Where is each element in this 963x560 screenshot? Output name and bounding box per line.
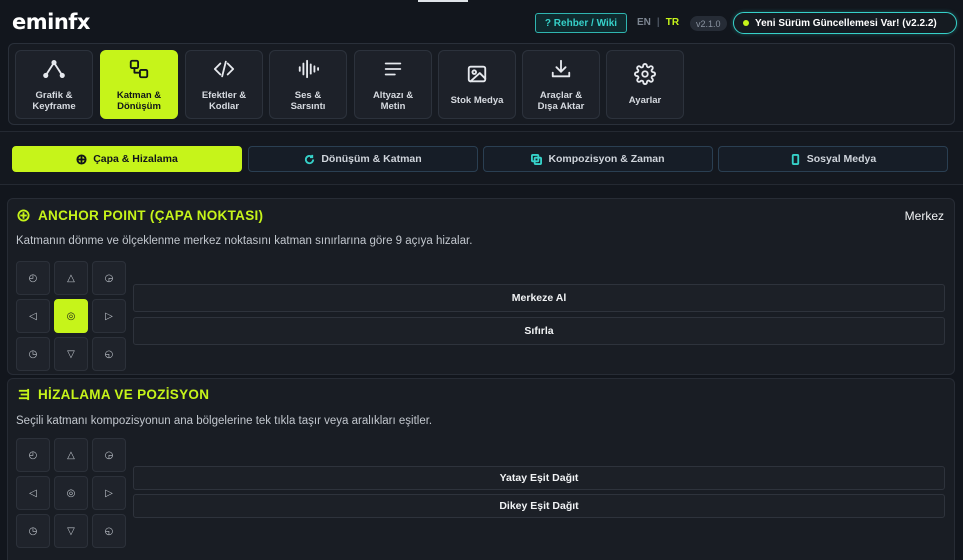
align-panel-title: HİZALAMA VE POZİSYON	[17, 387, 209, 402]
anchor-right-button[interactable]: ▷	[92, 299, 126, 333]
gear-icon	[634, 63, 656, 90]
anchor-panel-title: ANCHOR POINT (ÇAPA NOKTASI)	[17, 208, 263, 223]
category-subtitle-text[interactable]: Altyazı & Metin	[354, 50, 432, 119]
tab-composition-time[interactable]: Kompozisyon & Zaman	[483, 146, 713, 172]
graph-icon	[43, 58, 65, 85]
category-bar: Grafik & Keyframe Katman & Dönüşüm Efekt…	[8, 43, 955, 125]
center-anchor-button[interactable]: Merkeze Al	[133, 284, 945, 312]
align-bottom-button[interactable]: ▽	[54, 514, 88, 548]
layers-icon	[128, 58, 150, 85]
download-icon	[550, 58, 572, 85]
anchor-bottom-right-button[interactable]: ◵	[92, 337, 126, 371]
category-label: Katman & Dönüşüm	[116, 89, 162, 112]
text-lines-icon	[382, 58, 404, 85]
category-label: Efektler & Kodlar	[201, 89, 247, 112]
code-icon	[213, 58, 235, 85]
app-header: eminfx ? Rehber / Wiki EN | TR v2.1.0 Ye…	[0, 0, 963, 44]
anchor-bottom-left-button[interactable]: ◷	[16, 337, 50, 371]
category-stock-media[interactable]: Stok Medya	[438, 50, 516, 119]
tab-transform-layer[interactable]: Dönüşüm & Katman	[248, 146, 478, 172]
horizontal-distribute-button[interactable]: Yatay Eşit Dağıt	[133, 466, 945, 490]
align-bottom-right-button[interactable]: ◵	[92, 514, 126, 548]
tab-anchor-align[interactable]: Çapa & Hizalama	[12, 146, 242, 172]
tab-label: Kompozisyon & Zaman	[548, 153, 665, 165]
anchor-center-button[interactable]: ◎	[54, 299, 88, 333]
anchor-point-panel: ANCHOR POINT (ÇAPA NOKTASI) Merkez Katma…	[7, 198, 955, 375]
align-bottom-left-button[interactable]: ◷	[16, 514, 50, 548]
subtab-bar: Çapa & Hizalama Dönüşüm & Katman Kompozi…	[0, 131, 963, 185]
crosshair-icon	[17, 209, 30, 222]
align-right-button[interactable]: ▷	[92, 476, 126, 510]
anchor-top-right-button[interactable]: ◶	[92, 261, 126, 295]
anchor-current-value: Merkez	[904, 209, 944, 223]
category-layer-transform[interactable]: Katman & Dönüşüm	[100, 50, 178, 119]
align-top-right-button[interactable]: ◶	[92, 438, 126, 472]
update-button[interactable]: Yeni Sürüm Güncellemesi Var! (v2.2.2)	[733, 12, 957, 34]
lang-tr-option[interactable]: TR	[666, 17, 679, 28]
reset-anchor-button[interactable]: Sıfırla	[133, 317, 945, 345]
category-label: Stok Medya	[450, 95, 504, 106]
align-title-text: HİZALAMA VE POZİSYON	[38, 387, 210, 402]
phone-icon	[791, 153, 799, 165]
image-icon	[466, 63, 488, 90]
update-label: Yeni Sürüm Güncellemesi Var! (v2.2.2)	[755, 17, 937, 29]
anchor-title-text: ANCHOR POINT (ÇAPA NOKTASI)	[38, 208, 264, 223]
version-badge: v2.1.0	[690, 16, 727, 31]
wiki-button[interactable]: ? Rehber / Wiki	[535, 13, 627, 33]
waveform-icon	[297, 58, 319, 85]
alignment-panel: HİZALAMA VE POZİSYON Seçili katmanı komp…	[7, 378, 955, 560]
copy-icon	[531, 153, 543, 165]
category-tools-export[interactable]: Araçlar & Dışa Aktar	[522, 50, 600, 119]
category-effects-code[interactable]: Efektler & Kodlar	[185, 50, 263, 119]
tab-social-media[interactable]: Sosyal Medya	[718, 146, 948, 172]
tab-label: Sosyal Medya	[806, 153, 877, 165]
align-center-button[interactable]: ◎	[54, 476, 88, 510]
lang-separator: |	[656, 17, 660, 28]
anchor-grid: ◴ △ ◶ ◁ ◎ ▷ ◷ ▽ ◵	[16, 261, 126, 371]
app-logo: eminfx	[12, 10, 90, 34]
lang-en-option[interactable]: EN	[637, 17, 651, 28]
align-grid: ◴ △ ◶ ◁ ◎ ▷ ◷ ▽ ◵	[16, 438, 126, 548]
align-left-button[interactable]: ◁	[16, 476, 50, 510]
vertical-distribute-button[interactable]: Dikey Eşit Dağıt	[133, 494, 945, 518]
category-label: Altyazı & Metin	[372, 89, 414, 112]
anchor-left-button[interactable]: ◁	[16, 299, 50, 333]
align-icon	[18, 388, 30, 401]
anchor-top-button[interactable]: △	[54, 261, 88, 295]
category-label: Ses & Sarsıntı	[290, 89, 326, 112]
anchor-top-left-button[interactable]: ◴	[16, 261, 50, 295]
tab-label: Dönüşüm & Katman	[321, 153, 422, 165]
category-sound-shake[interactable]: Ses & Sarsıntı	[269, 50, 347, 119]
align-top-left-button[interactable]: ◴	[16, 438, 50, 472]
tab-label: Çapa & Hizalama	[93, 153, 178, 165]
category-label: Ayarlar	[628, 95, 662, 106]
category-label: Araçlar & Dışa Aktar	[537, 89, 585, 112]
anchor-bottom-button[interactable]: ▽	[54, 337, 88, 371]
anchor-description: Katmanın dönme ve ölçeklenme merkez nokt…	[16, 235, 473, 247]
crosshair-icon	[76, 153, 87, 165]
category-settings[interactable]: Ayarlar	[606, 50, 684, 119]
status-dot-icon	[743, 20, 749, 26]
align-description: Seçili katmanı kompozisyonun ana bölgele…	[16, 415, 433, 427]
category-graph-keyframe[interactable]: Grafik & Keyframe	[15, 50, 93, 119]
category-label: Grafik & Keyframe	[32, 89, 76, 112]
language-switch: EN | TR	[637, 17, 679, 28]
align-top-button[interactable]: △	[54, 438, 88, 472]
refresh-icon	[305, 154, 315, 164]
